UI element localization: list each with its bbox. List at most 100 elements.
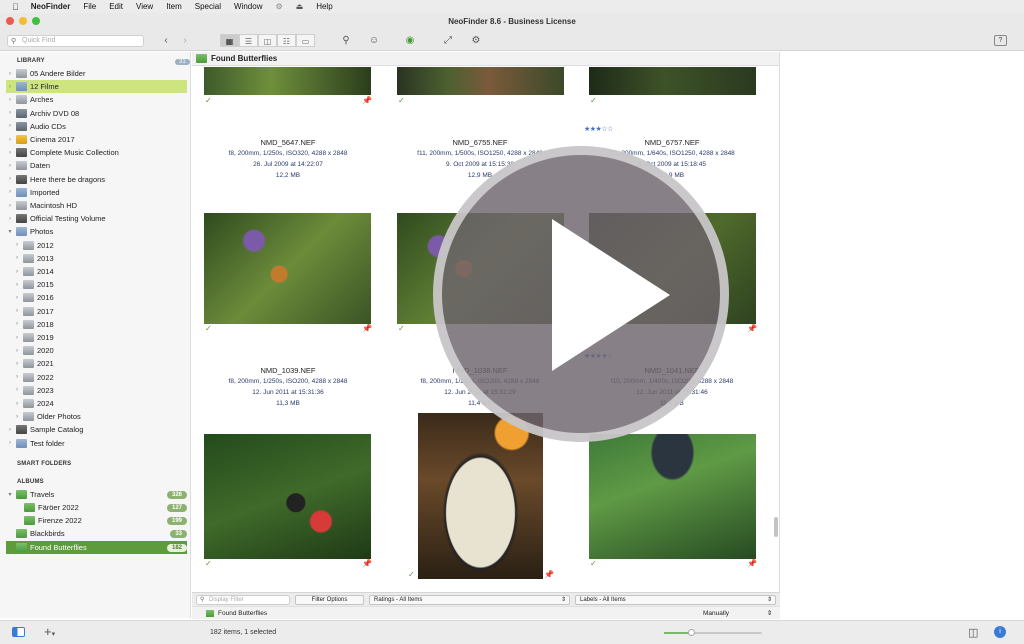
disclosure-icon[interactable]: › [13,255,21,261]
disclosure-icon[interactable]: ▾ [6,491,14,498]
sidebar-item[interactable]: › 2021 [6,357,187,370]
disclosure-icon[interactable]: › [13,414,21,420]
app-menu[interactable]: NeoFinder [31,2,71,11]
column-view-icon[interactable]: ◫ [258,34,277,47]
quick-find-input[interactable]: ⚲ Quick Find [7,35,144,47]
slider-knob[interactable] [688,629,696,636]
eject-icon[interactable]: ⏏ [296,2,304,11]
eye-icon[interactable]: ◉ [402,34,418,47]
sidebar-item[interactable]: › Archiv DVD 08 [6,107,187,120]
album-item[interactable]: Blackbirds 33 [6,527,187,540]
sidebar-item[interactable]: › 2012 [6,239,187,252]
disclosure-icon[interactable]: › [13,374,21,380]
zoom-window-button[interactable] [32,17,40,25]
forward-icon[interactable]: › [177,34,193,47]
disclosure-icon[interactable]: › [6,110,14,116]
thumbnail-image[interactable] [418,413,543,579]
vertical-scrollbar[interactable] [774,517,778,537]
album-item[interactable]: Färöer 2022 127 [6,501,187,514]
menu-window[interactable]: Window [234,2,262,11]
sidebar-item[interactable]: › 2017 [6,305,187,318]
expand-icon[interactable]: ⤢ [440,34,456,47]
preview-view-icon[interactable]: ▭ [296,34,315,47]
disclosure-icon[interactable]: › [13,308,21,314]
thumbnail-image[interactable] [589,67,756,95]
thumbnail-image[interactable] [204,67,371,95]
thumbnail-size-slider[interactable] [664,629,762,636]
disclosure-icon[interactable]: › [6,176,14,182]
album-item[interactable]: Found Butterflies 182 [6,541,187,554]
sidebar-item[interactable]: › 2024 [6,397,187,410]
disclosure-icon[interactable]: › [13,295,21,301]
disclosure-icon[interactable]: › [13,387,21,393]
disclosure-icon[interactable]: › [6,97,14,103]
thumbnail-image[interactable] [204,213,371,324]
list-view-icon[interactable]: ☰ [239,34,258,47]
sidebar-item[interactable]: › 2014 [6,265,187,278]
sidebar-item[interactable]: › Official Testing Volume [6,212,187,225]
menu-edit[interactable]: Edit [109,2,123,11]
find-icon[interactable]: ⚲ [338,34,354,47]
detail-view-icon[interactable]: ☷ [277,34,296,47]
sidebar-toggle-icon[interactable] [12,627,25,637]
apple-menu-icon[interactable]:  [12,2,19,12]
disclosure-icon[interactable]: › [6,71,14,77]
thumbnail-image[interactable] [397,67,564,95]
disclosure-icon[interactable]: › [6,137,14,143]
info-icon[interactable]: i [994,626,1006,638]
disclosure-icon[interactable]: › [6,427,14,433]
disclosure-icon[interactable]: › [13,401,21,407]
disclosure-icon[interactable]: ▾ [6,228,14,235]
gear-icon[interactable]: ⚙ [275,2,282,11]
grid-view-icon[interactable]: ▦ [220,34,239,47]
sidebar-item[interactable]: › Test folder [6,437,187,450]
sidebar-item[interactable]: › Audio CDs [6,120,187,133]
sidebar-item[interactable]: › Arches [6,93,187,106]
sidebar-item[interactable]: › Cinema 2017 [6,133,187,146]
disclosure-icon[interactable]: › [13,242,21,248]
disclosure-icon[interactable]: › [6,189,14,195]
menu-item[interactable]: Item [166,2,182,11]
filter-options-button[interactable]: Filter Options [295,595,364,605]
sidebar-item[interactable]: › Daten [6,159,187,172]
disclosure-icon[interactable]: › [6,163,14,169]
labels-select[interactable]: Labels - All Items ⇕ [575,595,776,605]
sidebar-item[interactable]: › Imported [6,186,187,199]
sort-select[interactable]: Manually ⇕ [703,609,772,617]
menu-special[interactable]: Special [195,2,221,11]
disclosure-icon[interactable]: › [13,335,21,341]
sidebar-item[interactable]: › 2022 [6,371,187,384]
disclosure-icon[interactable]: › [13,348,21,354]
disclosure-icon[interactable]: › [13,321,21,327]
sidebar-item[interactable]: › 2020 [6,344,187,357]
sidebar-item[interactable]: ▾ Photos [6,225,187,238]
disclosure-icon[interactable]: › [6,440,14,446]
disclosure-icon[interactable]: › [13,361,21,367]
sidebar-item[interactable]: › Complete Music Collection [6,146,187,159]
path-label[interactable]: Found Butterflies [218,610,267,617]
disclosure-icon[interactable]: › [6,216,14,222]
disclosure-icon[interactable]: › [6,84,14,90]
back-icon[interactable]: ‹ [158,34,174,47]
thumbnail-image[interactable] [204,434,371,559]
sidebar-item[interactable]: › 2018 [6,318,187,331]
disclosure-icon[interactable]: › [6,150,14,156]
ratings-select[interactable]: Ratings - All Items ⇕ [369,595,570,605]
sidebar-item[interactable]: › 05 Andere Bilder [6,67,187,80]
disclosure-icon[interactable]: › [6,203,14,209]
help-icon[interactable]: ? [994,35,1007,46]
sidebar-item[interactable]: › Sample Catalog [6,423,187,436]
menu-view[interactable]: View [136,2,153,11]
disclosure-icon[interactable]: › [6,123,14,129]
minimize-window-button[interactable] [19,17,27,25]
sidebar-item[interactable]: › 2015 [6,278,187,291]
menu-file[interactable]: File [83,2,96,11]
sidebar-item[interactable]: › 12 Filme [6,80,187,94]
people-icon[interactable]: ☺ [366,34,382,47]
album-item[interactable]: ▾ Travels 326 [6,488,187,501]
play-button-overlay[interactable] [433,146,729,442]
display-filter-input[interactable]: ⚲ Display Filter [196,595,290,605]
disclosure-icon[interactable]: › [13,282,21,288]
sidebar-item[interactable]: › 2023 [6,384,187,397]
sidebar-item[interactable]: › Older Photos [6,410,187,423]
